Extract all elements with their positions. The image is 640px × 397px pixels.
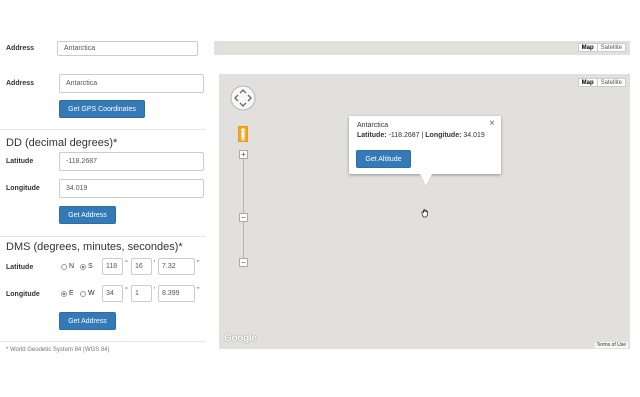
lat-minute-symbol: ': [154, 260, 156, 267]
dd-latitude-input[interactable]: -118.2687: [59, 152, 204, 171]
section-gap: [0, 58, 640, 64]
address-input[interactable]: Antarctica: [59, 74, 204, 93]
lat-seconds-input[interactable]: 7.32: [158, 258, 195, 275]
get-gps-coordinates-button[interactable]: Get GPS Coordinates: [59, 100, 145, 118]
dd-longitude-input[interactable]: 34.019: [59, 179, 204, 198]
dd-heading: DD (decimal degrees)*: [6, 137, 118, 149]
info-window-title: Antarctica: [357, 122, 389, 129]
top-map-type-satellite[interactable]: Satellite: [598, 44, 625, 51]
lat-degrees-input[interactable]: 118: [102, 258, 123, 275]
zoom-slider-handle[interactable]: −: [239, 213, 248, 222]
lon-e-label: E: [69, 290, 74, 297]
lat-degree-symbol: °: [125, 260, 128, 267]
info-window: Antarctica Latitude: -118.2687 | Longitu…: [349, 116, 501, 174]
info-separator: |: [421, 132, 424, 139]
lon-e-radio[interactable]: [61, 291, 67, 297]
top-address-input[interactable]: Antarctica: [57, 41, 198, 56]
dd-longitude-label: Longitude: [6, 185, 40, 192]
map-canvas[interactable]: Map Satellite + − − Antarctica Latitude:…: [219, 74, 630, 349]
dd-latitude-label: Latitude: [6, 158, 34, 165]
terms-of-use-link[interactable]: Terms of Use: [594, 342, 628, 348]
lat-s-radio[interactable]: [80, 264, 86, 270]
top-address-label: Address: [6, 45, 35, 52]
info-window-tail: [419, 173, 433, 188]
pan-control[interactable]: [230, 85, 256, 111]
google-logo: Google: [224, 333, 257, 344]
lon-degrees-input[interactable]: 34: [102, 285, 123, 302]
info-window-coordinates: Latitude: -118.2687 | Longitude: 34.019: [357, 132, 485, 139]
lon-w-radio[interactable]: [80, 291, 86, 297]
map-type-satellite[interactable]: Satellite: [598, 79, 625, 86]
dms-get-address-button[interactable]: Get Address: [59, 312, 116, 330]
get-altitude-button[interactable]: Get Altitude: [356, 150, 411, 168]
lon-second-symbol: ": [197, 287, 200, 294]
zoom-out-button[interactable]: −: [239, 258, 248, 267]
lon-degree-symbol: °: [125, 287, 128, 294]
top-map-strip[interactable]: Map Satellite: [214, 41, 630, 55]
lat-s-label: S: [88, 263, 93, 270]
wgs84-footnote: * World Geodetic System 84 (WGS 84): [6, 347, 110, 353]
lon-w-label: W: [88, 290, 95, 297]
divider: [0, 129, 206, 130]
lon-minute-symbol: ': [154, 287, 156, 294]
lon-minutes-input[interactable]: 1: [131, 285, 152, 302]
lon-seconds-input[interactable]: 8.399: [158, 285, 195, 302]
map-type-control[interactable]: Map Satellite: [577, 78, 626, 87]
lat-n-radio[interactable]: [61, 264, 67, 270]
zoom-track: [243, 155, 244, 265]
info-lat-label: Latitude:: [357, 132, 387, 139]
pegman-icon[interactable]: [237, 125, 249, 143]
top-map-type-control[interactable]: Map Satellite: [577, 43, 626, 52]
hand-cursor-icon: [420, 208, 430, 218]
dms-latitude-label: Latitude: [6, 264, 34, 271]
top-map-type-map[interactable]: Map: [579, 44, 598, 51]
address-label: Address: [6, 80, 35, 87]
info-lon-label: Longitude:: [425, 132, 462, 139]
lat-second-symbol: ": [197, 260, 200, 267]
info-lat-value: -118.2687: [388, 132, 420, 139]
divider: [0, 236, 206, 237]
lat-minutes-input[interactable]: 16: [131, 258, 152, 275]
info-lon-value: 34.019: [463, 132, 485, 139]
zoom-in-button[interactable]: +: [239, 150, 248, 159]
map-type-map[interactable]: Map: [579, 79, 598, 86]
dms-longitude-label: Longitude: [6, 291, 40, 298]
dms-heading: DMS (degrees, minutes, secondes)*: [6, 241, 183, 253]
dd-get-address-button[interactable]: Get Address: [59, 206, 116, 224]
info-window-close-icon[interactable]: ×: [489, 119, 495, 129]
lat-n-label: N: [69, 263, 75, 270]
divider: [0, 341, 206, 342]
